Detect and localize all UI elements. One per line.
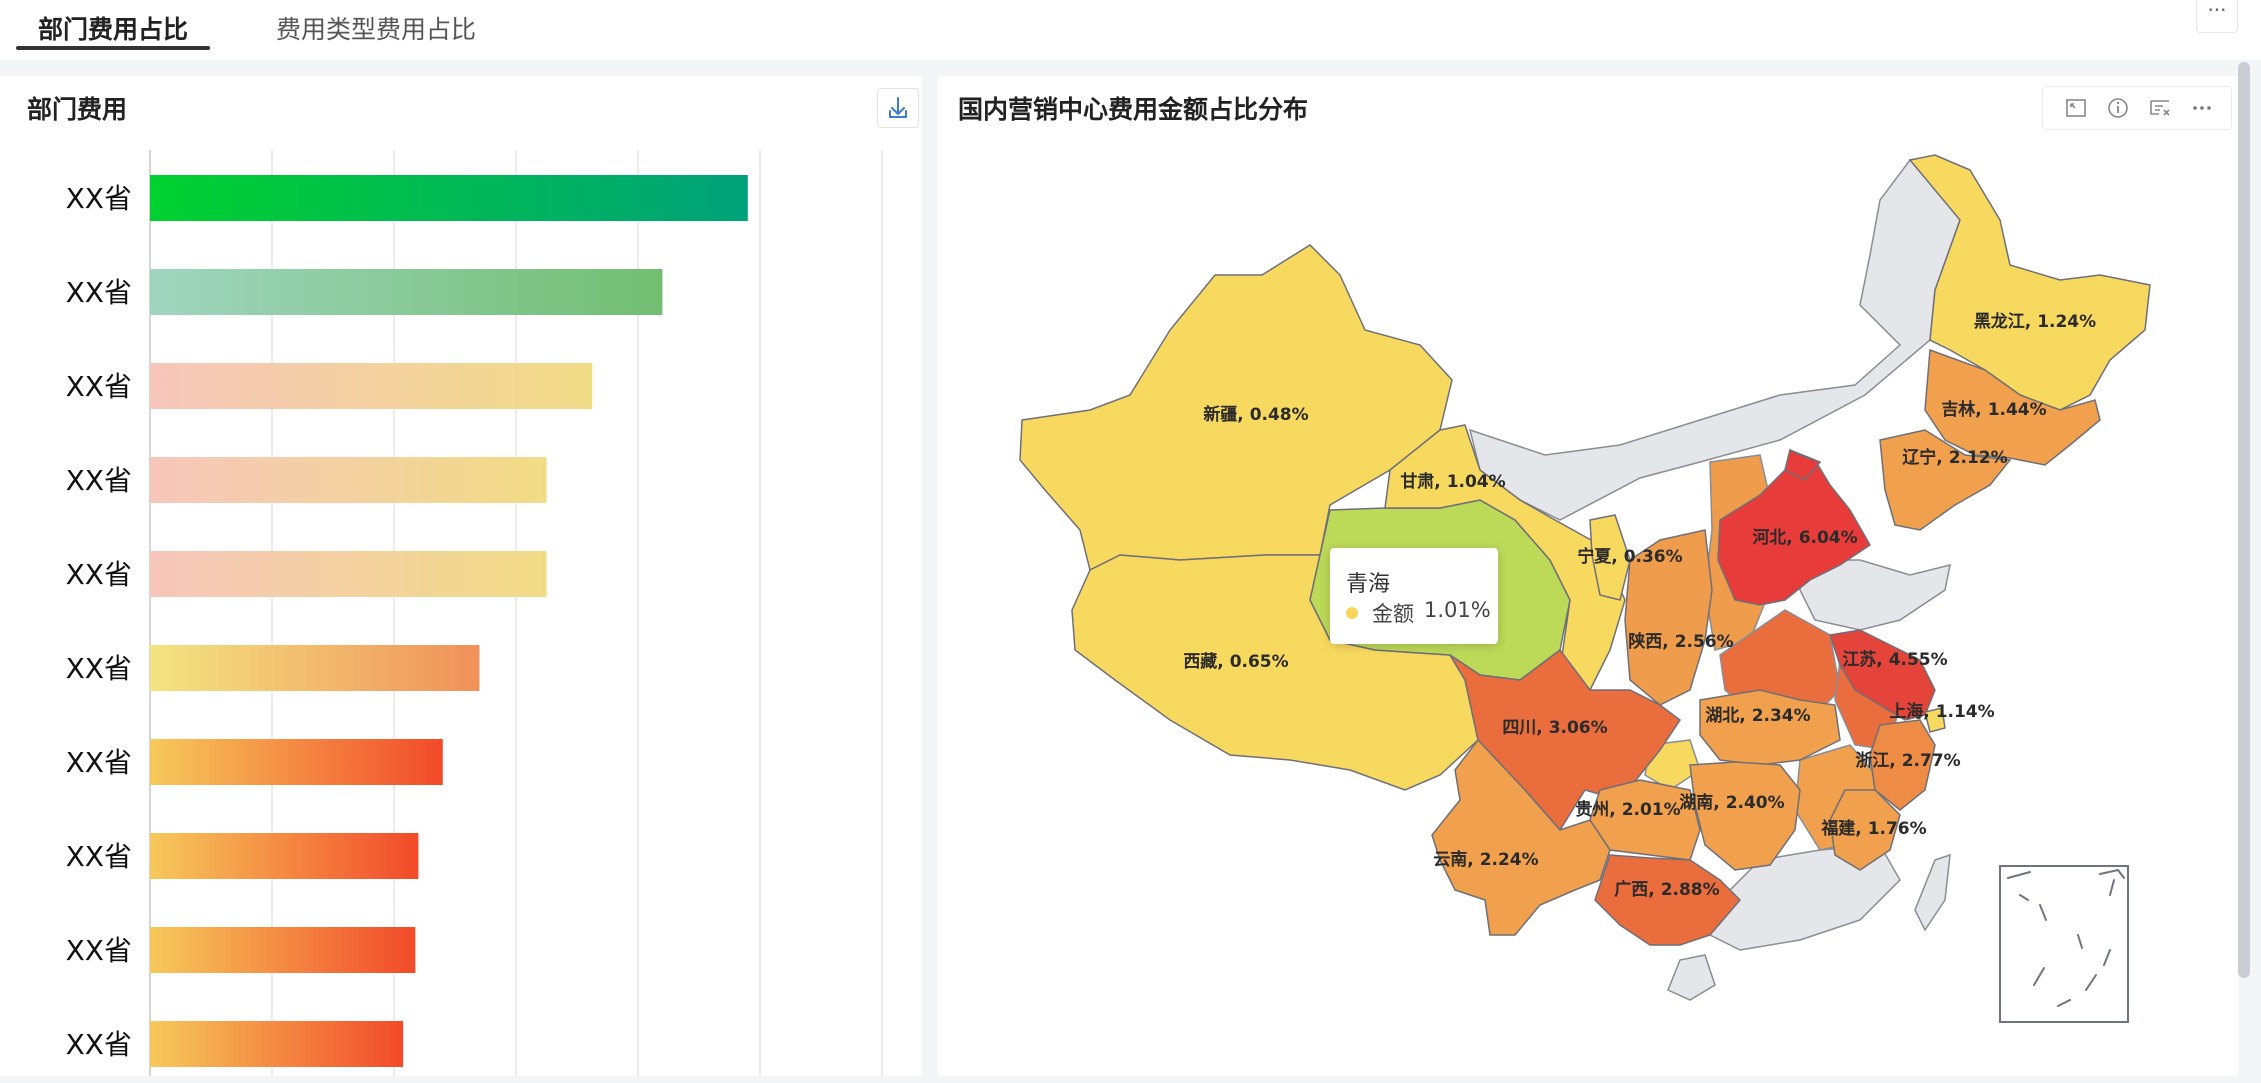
region-taiwan bbox=[1914, 853, 1951, 932]
map-tooltip: 青海 金额 1.01% bbox=[1330, 548, 1498, 644]
more-options-button[interactable]: ··· bbox=[2196, 0, 2238, 33]
bar-8[interactable] bbox=[150, 833, 419, 879]
bar-6[interactable] bbox=[150, 645, 480, 691]
region-label: 黑龙江, 1.24% bbox=[1974, 311, 2096, 332]
info-icon[interactable] bbox=[2105, 95, 2131, 121]
fullscreen-icon[interactable] bbox=[2063, 95, 2089, 121]
bar-2[interactable] bbox=[150, 269, 663, 315]
bar-category-label: XX省 bbox=[66, 182, 132, 215]
region-label: 陕西, 2.56% bbox=[1628, 631, 1733, 652]
bar-category-label: XX省 bbox=[66, 746, 132, 779]
region-label: 贵州, 2.01% bbox=[1575, 799, 1680, 820]
bar-category-label: XX省 bbox=[66, 652, 132, 685]
region-label: 广西, 2.88% bbox=[1614, 879, 1719, 900]
south-china-sea-inset bbox=[1999, 865, 2129, 1023]
bar-3[interactable] bbox=[150, 363, 593, 409]
region-label: 福建, 1.76% bbox=[1820, 818, 1926, 839]
left-panel-title: 部门费用 bbox=[27, 95, 128, 124]
tooltip-series-dot bbox=[1346, 607, 1358, 619]
bar-10[interactable] bbox=[150, 1021, 404, 1067]
download-icon bbox=[889, 97, 907, 118]
tooltip-label: 金额 bbox=[1372, 602, 1414, 626]
tab-expense-type[interactable]: 费用类型费用占比 bbox=[276, 10, 476, 46]
right-panel-title: 国内营销中心费用金额占比分布 bbox=[958, 95, 1309, 124]
active-tab-indicator bbox=[16, 46, 210, 50]
region-label: 宁夏, 0.36% bbox=[1577, 546, 1682, 567]
tooltip-region: 青海 bbox=[1346, 572, 1391, 597]
bar-category-label: XX省 bbox=[66, 1028, 132, 1061]
region-label: 新疆, 0.48% bbox=[1203, 404, 1308, 425]
bar-7[interactable] bbox=[150, 739, 443, 785]
region-label: 吉林, 1.44% bbox=[1941, 399, 2046, 420]
region-label: 湖北, 2.34% bbox=[1705, 706, 1810, 726]
region-label: 西藏, 0.65% bbox=[1183, 652, 1288, 672]
bar-category-label: XX省 bbox=[66, 370, 132, 403]
tooltip-value: 1.01% bbox=[1424, 598, 1491, 622]
download-button[interactable] bbox=[877, 88, 919, 128]
inset-islands bbox=[2007, 868, 2125, 1007]
bar-1[interactable] bbox=[150, 175, 748, 221]
inset-frame bbox=[1999, 865, 2129, 1023]
tab-department-expense[interactable]: 部门费用占比 bbox=[38, 10, 188, 46]
bar-category-label: XX省 bbox=[66, 840, 132, 873]
vertical-scrollbar[interactable] bbox=[2238, 62, 2250, 978]
bar-9[interactable] bbox=[150, 927, 416, 973]
region-hunan[interactable] bbox=[1689, 761, 1801, 871]
region-label: 湖南, 2.40% bbox=[1679, 792, 1784, 813]
region-label: 云南, 2.24% bbox=[1433, 849, 1538, 870]
bar-5[interactable] bbox=[150, 551, 547, 597]
china-expense-map: 黑龙江, 1.24% 吉林, 1.44% 辽宁, 2.12% 新疆, 0.48% 甘肃,… bbox=[1019, 154, 2151, 1023]
bar-4[interactable] bbox=[150, 457, 547, 503]
bar-category-label: XX省 bbox=[66, 464, 132, 497]
region-label: 上海, 1.14% bbox=[1889, 701, 1994, 722]
region-label: 辽宁, 2.12% bbox=[1902, 447, 2007, 468]
department-expense-bar-chart: XX省 XX省 XX省 XX省 XX省 XX省 XX省 XX省 XX省 XX省 bbox=[66, 150, 883, 1076]
bar-category-label: XX省 bbox=[66, 276, 132, 309]
tab-bar: 部门费用占比 费用类型费用占比 ··· bbox=[0, 0, 2261, 60]
region-label: 浙江, 2.77% bbox=[1855, 750, 1960, 771]
region-hainan bbox=[1667, 954, 1716, 1001]
region-label: 河北, 6.04% bbox=[1752, 528, 1857, 548]
chart-toolbar bbox=[2042, 86, 2232, 130]
region-label: 甘肃, 1.04% bbox=[1400, 471, 1505, 492]
region-label: 江苏, 4.55% bbox=[1842, 649, 1947, 670]
bar-category-label: XX省 bbox=[66, 934, 132, 967]
region-label: 四川, 3.06% bbox=[1502, 718, 1607, 738]
bar-category-label: XX省 bbox=[66, 558, 132, 591]
filter-icon[interactable] bbox=[2147, 95, 2173, 121]
more-icon[interactable] bbox=[2189, 95, 2215, 121]
